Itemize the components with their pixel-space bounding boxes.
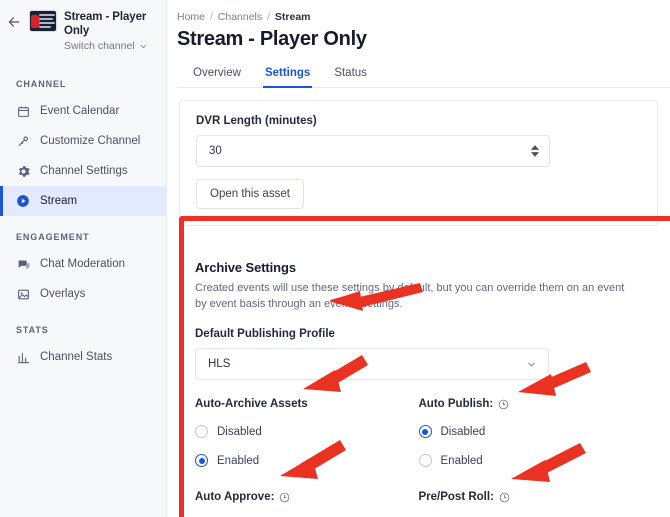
sidebar-item-label: Chat Moderation <box>40 258 126 270</box>
default-publishing-profile-label: Default Publishing Profile <box>195 328 335 340</box>
radio-option-auto-archive-enabled[interactable]: Enabled <box>195 448 419 473</box>
sidebar-item-customize-channel[interactable]: Customize Channel <box>0 126 166 156</box>
radio-group-auto-archive-assets: Auto-Archive Assets Disabled Enabled <box>195 398 419 473</box>
info-circle-icon[interactable] <box>498 399 509 410</box>
auto-approve-label: Auto Approve: <box>195 491 275 503</box>
radio-icon-selected[interactable] <box>195 454 208 467</box>
play-circle-icon <box>16 194 30 208</box>
info-circle-icon[interactable] <box>279 492 290 503</box>
radio-group-label: Auto Approve: <box>195 491 419 503</box>
sidebar-item-label: Channel Stats <box>40 351 113 363</box>
sidebar-item-event-calendar[interactable]: Event Calendar <box>0 96 166 126</box>
app-root: Stream - Player Only Switch channel CHAN… <box>0 0 670 517</box>
sidebar-item-label: Channel Settings <box>40 165 128 177</box>
breadcrumb-separator: / <box>209 11 213 23</box>
radio-icon-selected[interactable] <box>418 425 432 438</box>
channel-thumbnail <box>29 10 57 32</box>
info-circle-icon[interactable] <box>499 492 510 503</box>
radio-icon[interactable] <box>418 454 432 467</box>
sidebar-item-stream[interactable]: Stream <box>0 186 166 216</box>
radio-option-auto-archive-disabled[interactable]: Disabled <box>195 419 419 444</box>
sidebar-item-label: Overlays <box>40 288 86 300</box>
chat-icon <box>16 257 30 271</box>
breadcrumb-channels[interactable]: Channels <box>218 11 262 23</box>
chevron-down-icon <box>140 44 146 49</box>
gear-icon <box>16 164 30 178</box>
channel-title: Stream - Player Only <box>64 11 147 37</box>
dvr-length-value: 30 <box>209 145 222 157</box>
page-title: Stream - Player Only <box>177 28 367 50</box>
sidebar-item-channel-stats[interactable]: Channel Stats <box>0 342 166 372</box>
radio-group-pre-post-roll: Pre/Post Roll: Ignore Keep <box>419 491 643 517</box>
radio-group-label: Auto-Archive Assets <box>195 398 419 410</box>
sidebar-item-label: Event Calendar <box>40 105 120 117</box>
switch-channel-label: Switch channel <box>64 40 135 52</box>
breadcrumb: Home / Channels / Stream <box>167 0 670 24</box>
breadcrumb-current: Stream <box>274 11 311 23</box>
tab-overview[interactable]: Overview <box>181 61 253 87</box>
radio-group-auto-publish: Auto Publish: Disabled Enabled <box>418 398 643 473</box>
sidebar-item-overlays[interactable]: Overlays <box>0 279 166 309</box>
default-publishing-profile-value: HLS <box>208 358 231 370</box>
dvr-length-label: DVR Length (minutes) <box>196 115 317 127</box>
sidebar-item-chat-moderation[interactable]: Chat Moderation <box>0 249 166 279</box>
radio-option-auto-approve-disabled[interactable]: Disabled <box>195 512 419 517</box>
channel-header: Stream - Player Only Switch channel <box>0 0 166 63</box>
pre-post-roll-label: Pre/Post Roll: <box>418 491 494 503</box>
stepper-arrows-icon[interactable] <box>531 145 539 157</box>
radio-icon[interactable] <box>195 425 208 438</box>
tab-settings[interactable]: Settings <box>253 61 322 88</box>
open-this-asset-button[interactable]: Open this asset <box>196 179 304 209</box>
sidebar-item-channel-settings[interactable]: Channel Settings <box>0 156 166 186</box>
radio-group-row-2: Auto Approve: Disabled Enabled <box>195 491 642 517</box>
radio-group-auto-approve: Auto Approve: Disabled Enabled <box>195 491 419 517</box>
radio-option-auto-publish-disabled[interactable]: Disabled <box>418 419 643 444</box>
back-arrow-icon[interactable] <box>6 10 22 30</box>
main-content: Home / Channels / Stream Stream - Player… <box>167 0 670 517</box>
archive-settings-card: Archive Settings Created events will use… <box>179 246 658 517</box>
dvr-length-input[interactable]: 30 <box>196 135 550 167</box>
image-icon <box>16 287 30 301</box>
sidebar-section-engagement-label: ENGAGEMENT <box>16 232 90 242</box>
auto-archive-assets-label: Auto-Archive Assets <box>195 398 308 410</box>
calendar-icon <box>16 104 30 118</box>
radio-option-label: Enabled <box>217 454 260 467</box>
switch-channel-button[interactable]: Switch channel <box>64 40 158 53</box>
archive-settings-description: Created events will use these settings b… <box>195 282 625 310</box>
chevron-down-icon <box>528 362 535 366</box>
breadcrumb-home[interactable]: Home <box>177 11 205 23</box>
tab-status[interactable]: Status <box>322 61 379 87</box>
sidebar: Stream - Player Only Switch channel CHAN… <box>0 0 167 517</box>
dvr-card: DVR Length (minutes) 30 Open this asset <box>179 100 658 226</box>
radio-option-label: Enabled <box>440 454 483 467</box>
radio-option-pre-post-roll-ignore[interactable]: Ignore <box>419 512 643 517</box>
auto-publish-label: Auto Publish: <box>418 398 494 410</box>
radio-group-label: Pre/Post Roll: <box>419 491 643 503</box>
radio-group-row-1: Auto-Archive Assets Disabled Enabled Aut… <box>195 398 642 473</box>
sidebar-section-stats-label: STATS <box>16 325 49 335</box>
radio-group-label: Auto Publish: <box>419 398 643 410</box>
radio-option-auto-publish-enabled[interactable]: Enabled <box>418 448 643 473</box>
sidebar-item-label: Customize Channel <box>40 135 141 147</box>
sidebar-item-label: Stream <box>40 195 78 207</box>
sidebar-section-channel-label: CHANNEL <box>16 79 67 89</box>
wand-icon <box>16 134 30 148</box>
archive-settings-title: Archive Settings <box>195 260 296 275</box>
tab-bar: Overview Settings Status <box>177 61 670 88</box>
default-publishing-profile-select[interactable]: HLS <box>195 348 549 380</box>
channel-text: Stream - Player Only Switch channel <box>64 10 158 53</box>
breadcrumb-separator: / <box>267 11 270 23</box>
radio-option-label: Disabled <box>217 425 262 438</box>
radio-option-label: Disabled <box>440 425 486 438</box>
bar-chart-icon <box>16 350 30 364</box>
